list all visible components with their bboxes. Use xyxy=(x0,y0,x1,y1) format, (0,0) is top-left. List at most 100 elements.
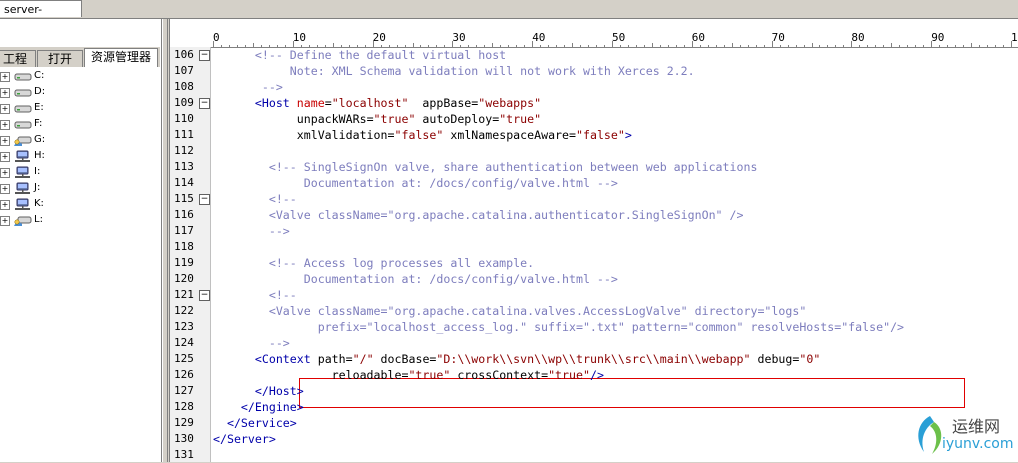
code-line[interactable]: <!-- Access log processes all example. xyxy=(213,255,534,271)
code-token: "0" xyxy=(799,352,821,366)
code-line[interactable]: <Valve className="org.apache.catalina.au… xyxy=(213,207,744,223)
code-editor[interactable]: 010203040506070809010 106−107108109−1101… xyxy=(169,19,1018,462)
code-token: "false" xyxy=(576,128,625,142)
code-line[interactable]: --> xyxy=(213,223,290,239)
line-number: 123 xyxy=(174,320,194,333)
drive-item[interactable]: + F: xyxy=(0,116,158,132)
hard-drive-icon xyxy=(13,70,33,83)
drive-item[interactable]: + K: xyxy=(0,196,158,212)
code-area[interactable]: <!-- Define the default virtual host Not… xyxy=(213,47,1018,462)
code-token: <!-- Access log processes all example. xyxy=(213,256,535,270)
code-token: Documentation at: /docs/config/valve.htm… xyxy=(213,272,618,286)
drive-item[interactable]: + G: xyxy=(0,132,158,148)
code-line[interactable]: <!-- Define the default virtual host xyxy=(213,47,506,63)
ruler-label: 60 xyxy=(691,31,706,44)
drive-label: F: xyxy=(34,118,43,129)
fold-toggle-icon[interactable]: − xyxy=(199,50,210,61)
code-line[interactable]: <!-- SingleSignOn valve, share authentic… xyxy=(213,159,758,175)
code-line[interactable]: reloadable="true" crossContext="true"/> xyxy=(213,367,604,383)
code-token: --> xyxy=(213,336,290,350)
code-line[interactable]: --> xyxy=(213,335,290,351)
tab-project[interactable]: 工程 xyxy=(0,50,36,67)
code-token: xmlValidation xyxy=(213,128,388,142)
code-token: </Host> xyxy=(254,384,304,398)
expand-icon[interactable]: + xyxy=(0,152,10,162)
code-line[interactable]: Documentation at: /docs/config/valve.htm… xyxy=(213,175,618,191)
code-token: <!-- xyxy=(213,192,297,206)
code-line[interactable]: <Context path="/" docBase="D:\\work\\svn… xyxy=(213,351,820,367)
shared-drive-icon xyxy=(13,214,33,227)
drive-item[interactable]: + J: xyxy=(0,180,158,196)
expand-icon[interactable]: + xyxy=(0,120,10,130)
expand-icon[interactable]: + xyxy=(0,104,10,114)
code-line[interactable]: </Server> xyxy=(213,431,276,447)
expand-icon[interactable]: + xyxy=(0,136,10,146)
code-token: docBase xyxy=(373,352,430,366)
panel-splitter[interactable] xyxy=(162,19,168,462)
code-token: "true" xyxy=(408,368,451,382)
drive-label: E: xyxy=(34,102,44,113)
code-line[interactable]: </Engine> xyxy=(213,399,304,415)
expand-icon[interactable]: + xyxy=(0,72,10,82)
file-tab[interactable]: server-wp.xml xyxy=(0,0,82,33)
ruler-label: 70 xyxy=(771,31,785,44)
line-number: 111 xyxy=(174,128,194,141)
drive-item[interactable]: + C: xyxy=(0,68,158,84)
line-number: 117 xyxy=(174,224,194,237)
tab-explorer[interactable]: 资源管理器 xyxy=(84,48,158,67)
drive-label: H: xyxy=(34,150,45,161)
expand-icon[interactable]: + xyxy=(0,88,10,98)
fold-toggle-icon[interactable]: − xyxy=(199,98,210,109)
line-number: 121 xyxy=(174,288,194,301)
line-number-gutter: 106−107 108 109−110 111 112 113 114 115−116 117 1… xyxy=(170,47,211,462)
code-token: = xyxy=(366,112,374,126)
code-line[interactable]: Documentation at: /docs/config/valve.htm… xyxy=(213,271,618,287)
line-number: 120 xyxy=(174,272,194,285)
code-line[interactable]: <!-- xyxy=(213,287,297,303)
code-token: --> xyxy=(213,80,283,94)
code-token: <!-- SingleSignOn valve, share authentic… xyxy=(213,160,758,174)
drive-item[interactable]: + E: xyxy=(0,100,158,116)
line-number: 115 xyxy=(174,192,194,205)
line-number: 114 xyxy=(174,176,194,189)
line-number: 129 xyxy=(174,416,194,429)
drive-item[interactable]: + L: xyxy=(0,212,158,228)
expand-icon[interactable]: + xyxy=(0,216,10,226)
drive-label: I: xyxy=(34,166,41,177)
expand-icon[interactable]: + xyxy=(0,200,10,210)
drive-item[interactable]: + I: xyxy=(0,164,158,180)
code-line[interactable]: --> xyxy=(213,79,283,95)
drive-item[interactable]: + H: xyxy=(0,148,158,164)
code-line[interactable]: <Host name="localhost" appBase="webapps" xyxy=(213,95,541,111)
line-number: 128 xyxy=(174,400,194,413)
drive-label: G: xyxy=(34,134,46,145)
fold-toggle-icon[interactable]: − xyxy=(199,194,210,205)
code-line[interactable]: Note: XML Schema validation will not wor… xyxy=(213,63,695,79)
code-line[interactable]: xmlValidation="false" xmlNamespaceAware=… xyxy=(213,127,632,143)
code-line[interactable]: unpackWARs="true" autoDeploy="true" xyxy=(213,111,541,127)
hard-drive-icon xyxy=(13,86,33,99)
column-ruler: 010203040506070809010 xyxy=(210,31,1018,48)
code-token: = xyxy=(569,128,576,142)
code-token: <Valve className="org.apache.catalina.va… xyxy=(213,304,807,318)
line-number: 113 xyxy=(174,160,194,173)
drive-item[interactable]: + D: xyxy=(0,84,158,100)
code-token: "false" xyxy=(394,128,444,142)
expand-icon[interactable]: + xyxy=(0,168,10,178)
line-number: 112 xyxy=(174,144,194,157)
code-line[interactable]: </Service> xyxy=(213,415,297,431)
code-line[interactable]: </Host> xyxy=(213,383,304,399)
expand-icon[interactable]: + xyxy=(0,184,10,194)
code-line[interactable]: <Valve className="org.apache.catalina.va… xyxy=(213,303,806,319)
code-line[interactable]: <!-- xyxy=(213,191,297,207)
line-number: 126 xyxy=(174,368,194,381)
fold-toggle-icon[interactable]: − xyxy=(199,290,210,301)
tab-open[interactable]: 打开 xyxy=(37,50,83,67)
code-token: --> xyxy=(213,224,290,238)
code-line[interactable]: prefix="localhost_access_log." suffix=".… xyxy=(213,319,904,335)
network-drive-icon xyxy=(13,150,33,163)
hard-drive-icon xyxy=(13,102,33,115)
